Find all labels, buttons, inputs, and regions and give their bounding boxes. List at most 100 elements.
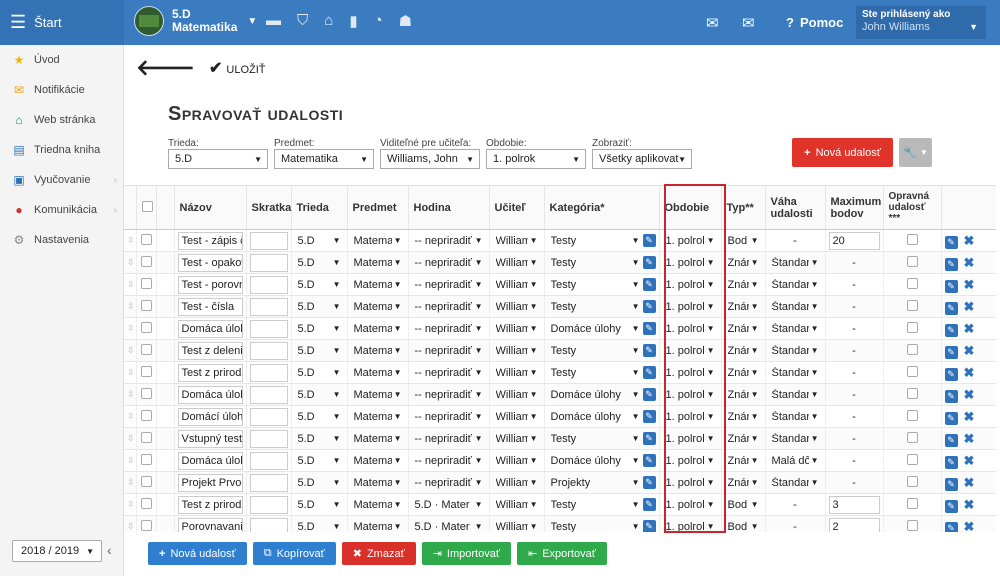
weight-select[interactable]: Malá dô ▼ <box>769 452 822 470</box>
delete-icon[interactable]: ✖ <box>964 343 975 358</box>
name-input[interactable]: Vstupný test <box>177 429 243 448</box>
type-select[interactable]: Bod ▼ <box>725 496 762 514</box>
makeup-checkbox[interactable] <box>883 405 942 428</box>
subject-select[interactable]: Matemat▼ <box>351 430 405 448</box>
header-opravna[interactable]: Opravná udalosť *** <box>883 185 942 230</box>
row-checkbox[interactable] <box>136 427 157 450</box>
abbr-input[interactable] <box>249 253 288 272</box>
category-select[interactable]: Testy ▼ <box>548 254 643 272</box>
edit-icon[interactable]: ✎ <box>944 411 958 425</box>
weight-select[interactable]: Štandar ▼ <box>769 364 822 382</box>
hour-select[interactable]: -- nepriradiť ▼ <box>412 452 486 470</box>
delete-icon[interactable]: ✖ <box>964 321 975 336</box>
subject-select[interactable]: Matemat▼ <box>351 364 405 382</box>
period-select[interactable]: 1. polrol ▼ <box>663 518 718 533</box>
class-switcher[interactable]: 5.D Matematika ▼ <box>134 6 257 36</box>
class-select[interactable]: 5.D ▼ <box>295 452 344 470</box>
edit-category-icon[interactable]: ✎ <box>642 300 656 313</box>
teacher-select[interactable]: William ▼ <box>493 474 541 492</box>
drag-handle-icon[interactable]: ⇳ <box>124 361 137 384</box>
new-event-button[interactable]: + Nová udalosť <box>792 138 893 167</box>
class-select[interactable]: 5.D ▼ <box>295 320 344 338</box>
edit-category-icon[interactable]: ✎ <box>642 256 656 269</box>
trieda-select[interactable]: 5.D ▼ <box>168 149 268 169</box>
obdobie-select[interactable]: 1. polrok ▼ <box>486 149 586 169</box>
header-vaha[interactable]: Váha udalosti <box>765 185 826 230</box>
drag-handle-icon[interactable]: ⇳ <box>124 295 137 318</box>
teacher-select[interactable]: William ▼ <box>493 342 541 360</box>
row-checkbox[interactable] <box>136 383 157 406</box>
subject-select[interactable]: Matemat▼ <box>351 254 405 272</box>
edit-category-icon[interactable]: ✎ <box>642 388 656 401</box>
help-button[interactable]: ? Pomoc <box>786 0 843 45</box>
ucitel-select[interactable]: Williams, John ▼ <box>380 149 480 169</box>
hour-select[interactable]: -- nepriradiť ▼ <box>412 342 486 360</box>
period-select[interactable]: 1. polrol ▼ <box>663 298 718 316</box>
header-hodina[interactable]: Hodina <box>408 185 490 230</box>
category-select[interactable]: Testy ▼ <box>548 298 643 316</box>
teacher-select[interactable]: William ▼ <box>493 232 541 250</box>
header-typ[interactable]: Typ** <box>721 185 766 230</box>
weight-select[interactable]: Štandar ▼ <box>769 254 822 272</box>
delete-icon[interactable]: ✖ <box>964 277 975 292</box>
hour-select[interactable]: 5.D · Mater ▼ <box>412 496 486 514</box>
chart-icon[interactable]: ▮ <box>349 12 357 30</box>
delete-icon[interactable]: ✖ <box>964 233 975 248</box>
edit-icon[interactable]: ✎ <box>944 257 958 271</box>
header-skratka[interactable]: Skratka <box>246 185 292 230</box>
predmet-select[interactable]: Matematika ▼ <box>274 149 374 169</box>
name-input[interactable]: Test - čísla <box>177 297 243 316</box>
type-select[interactable]: Znár ▼ <box>725 320 762 338</box>
hour-select[interactable]: -- nepriradiť ▼ <box>412 474 486 492</box>
name-input[interactable]: Test - opakova <box>177 253 243 272</box>
edit-category-icon[interactable]: ✎ <box>642 432 656 445</box>
name-input[interactable]: Domáca úloha <box>177 451 243 470</box>
hour-select[interactable]: -- nepriradiť ▼ <box>412 386 486 404</box>
edit-icon[interactable]: ✎ <box>944 279 958 293</box>
chevron-left-icon[interactable]: ‹ <box>107 542 112 558</box>
makeup-checkbox[interactable] <box>883 273 942 296</box>
teacher-select[interactable]: William ▼ <box>493 430 541 448</box>
weight-select[interactable]: Štandar ▼ <box>769 386 822 404</box>
edit-icon[interactable]: ✎ <box>944 345 958 359</box>
header-ucitel[interactable]: Učiteľ <box>489 185 545 230</box>
delete-icon[interactable]: ✖ <box>964 497 975 512</box>
name-input[interactable]: Test z delenia <box>177 341 243 360</box>
teacher-select[interactable]: William ▼ <box>493 386 541 404</box>
max-input[interactable]: 2 <box>828 517 880 532</box>
edit-icon[interactable]: ✎ <box>944 455 958 469</box>
row-checkbox[interactable] <box>136 449 157 472</box>
class-select[interactable]: 5.D ▼ <box>295 386 344 404</box>
tools-dropdown-button[interactable]: 🔧 ▼ <box>899 138 932 167</box>
year-select[interactable]: 2018 / 2019 ▼ <box>12 540 102 562</box>
makeup-checkbox[interactable] <box>883 515 942 532</box>
category-select[interactable]: Testy ▼ <box>548 496 643 514</box>
type-select[interactable]: Znár ▼ <box>725 254 762 272</box>
name-input[interactable]: Porovnavanie <box>177 517 243 532</box>
edit-icon[interactable]: ✎ <box>944 521 958 532</box>
edit-icon[interactable]: ✎ <box>944 433 958 447</box>
row-checkbox[interactable] <box>136 229 157 252</box>
abbr-input[interactable] <box>249 385 288 404</box>
subject-select[interactable]: Matemat▼ <box>351 298 405 316</box>
cards-icon[interactable]: ▬ <box>266 12 281 30</box>
type-select[interactable]: Znár ▼ <box>725 452 762 470</box>
category-select[interactable]: Domáce úlohy ▼ <box>548 386 643 404</box>
delete-icon[interactable]: ✖ <box>964 431 975 446</box>
name-input[interactable]: Test z prirodze <box>177 363 243 382</box>
edit-category-icon[interactable]: ✎ <box>642 278 656 291</box>
period-select[interactable]: 1. polrol ▼ <box>663 408 718 426</box>
type-select[interactable]: Bod ▼ <box>725 518 762 533</box>
start-menu-button[interactable]: ☰ Štart <box>0 0 124 45</box>
hour-select[interactable]: -- nepriradiť ▼ <box>412 364 486 382</box>
edit-icon[interactable]: ✎ <box>944 235 958 249</box>
abbr-input[interactable] <box>249 341 288 360</box>
class-select[interactable]: 5.D ▼ <box>295 430 344 448</box>
name-input[interactable]: Projekt Prvočí <box>177 473 243 492</box>
type-select[interactable]: Znár ▼ <box>725 386 762 404</box>
delete-icon[interactable]: ✖ <box>964 365 975 380</box>
delete-icon[interactable]: ✖ <box>964 255 975 270</box>
drag-handle-icon[interactable]: ⇳ <box>124 515 137 532</box>
abbr-input[interactable] <box>249 407 288 426</box>
weight-select[interactable]: Štandar ▼ <box>769 298 822 316</box>
